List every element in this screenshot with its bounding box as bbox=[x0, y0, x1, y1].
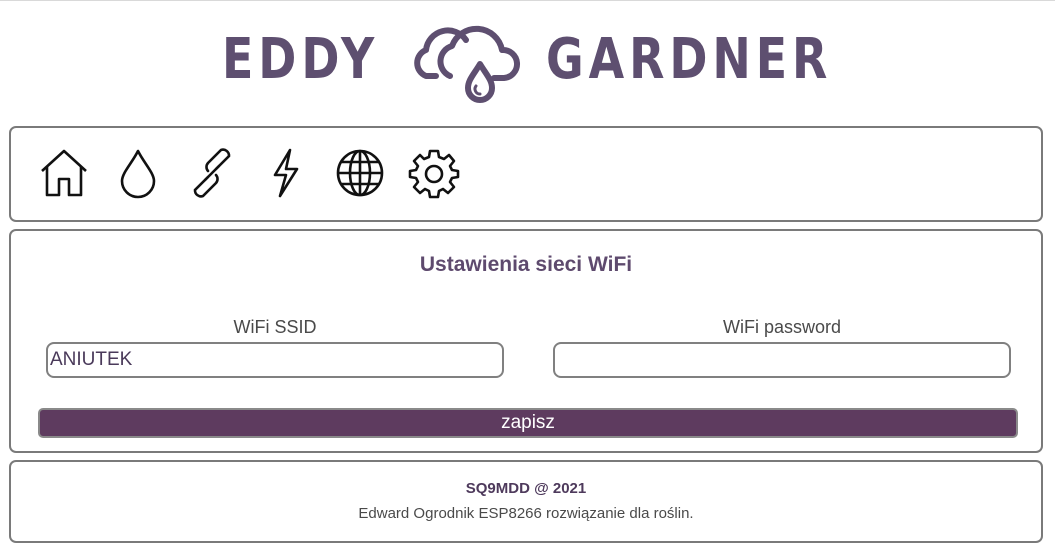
gear-icon[interactable] bbox=[408, 147, 460, 199]
logo-text-right: GARDNER bbox=[546, 27, 833, 92]
password-label: WiFi password bbox=[722, 317, 842, 337]
link-icon[interactable] bbox=[186, 147, 238, 199]
ssid-input[interactable] bbox=[46, 342, 504, 378]
footer-subtitle: Edward Ogrodnik ESP8266 rozwiązanie dla … bbox=[358, 505, 694, 522]
wifi-settings-panel: Ustawienia sieci WiFi WiFi SSID WiFi pas… bbox=[9, 229, 1043, 453]
globe-icon[interactable] bbox=[334, 147, 386, 199]
top-divider bbox=[0, 0, 1055, 1]
cloud-drop-icon bbox=[414, 25, 521, 103]
logo: EDDY GARDNER bbox=[0, 10, 1055, 110]
page-title: Ustawienia sieci WiFi bbox=[419, 253, 633, 276]
home-icon[interactable] bbox=[38, 147, 90, 199]
lightning-icon[interactable] bbox=[260, 147, 312, 199]
password-input[interactable] bbox=[553, 342, 1011, 378]
footer-title: SQ9MDD @ 2021 bbox=[465, 480, 587, 497]
nav-panel bbox=[9, 126, 1043, 222]
water-drop-icon[interactable] bbox=[112, 147, 164, 199]
logo-text-left: EDDY bbox=[222, 27, 380, 92]
save-button[interactable]: zapisz bbox=[38, 408, 1018, 438]
ssid-label: WiFi SSID bbox=[233, 317, 317, 337]
footer-panel: SQ9MDD @ 2021 Edward Ogrodnik ESP8266 ro… bbox=[9, 460, 1043, 543]
